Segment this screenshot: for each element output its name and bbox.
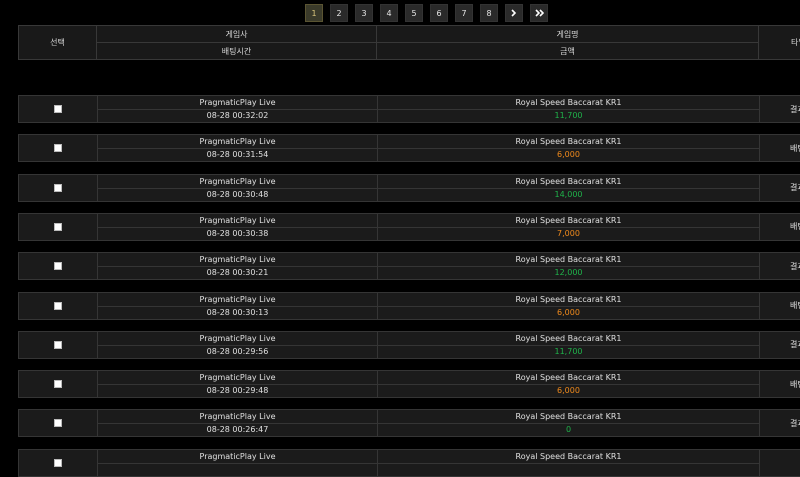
type-cell: 결과 — [790, 418, 800, 428]
provider-cell: PragmaticPlay Live — [199, 451, 276, 461]
game-name-cell: Royal Speed Baccarat KR1 — [515, 294, 622, 304]
type-cell: 배팅 — [790, 379, 800, 389]
amount-cell: 14,000 — [554, 189, 583, 199]
last-page-button[interactable] — [530, 4, 548, 22]
row-select-checkbox[interactable] — [54, 340, 62, 349]
page-button-1[interactable]: 1 — [305, 4, 323, 22]
row-select-checkbox[interactable] — [54, 222, 62, 231]
bet-time-cell: 08-28 00:29:48 — [206, 386, 269, 396]
table-header: 선택 게임사 배팅시간 게임명 금액 타입 — [18, 25, 800, 60]
row-select-checkbox[interactable] — [54, 262, 62, 271]
type-cell: 결과 — [790, 183, 800, 193]
game-name-cell: Royal Speed Baccarat KR1 — [515, 176, 622, 186]
header-amount: 금액 — [377, 43, 759, 59]
page-button-6[interactable]: 6 — [430, 4, 448, 22]
page-button-3[interactable]: 3 — [355, 4, 373, 22]
page-button-8[interactable]: 8 — [480, 4, 498, 22]
row-select-checkbox[interactable] — [54, 380, 62, 389]
type-cell: 결과 — [790, 104, 800, 114]
header-type: 타입 — [791, 38, 800, 47]
game-name-cell: Royal Speed Baccarat KR1 — [515, 215, 622, 225]
game-name-cell: Royal Speed Baccarat KR1 — [515, 373, 622, 383]
bet-time-cell: 08-28 00:31:54 — [206, 150, 269, 160]
page-button-7[interactable]: 7 — [455, 4, 473, 22]
amount-cell: 11,700 — [554, 346, 583, 356]
amount-cell: 11,700 — [554, 111, 583, 120]
page-button-2[interactable]: 2 — [330, 4, 348, 22]
provider-cell: PragmaticPlay Live — [199, 215, 276, 225]
amount-cell: 6,000 — [557, 386, 580, 396]
provider-cell: PragmaticPlay Live — [199, 98, 276, 107]
table-row: PragmaticPlay Live 08-28 00:32:02 Royal Sp… — [18, 95, 800, 123]
game-name-cell: Royal Speed Baccarat KR1 — [515, 255, 622, 265]
bet-time-cell — [98, 463, 377, 476]
bet-time-cell: 08-28 00:32:02 — [206, 111, 269, 120]
type-cell: 결과 — [790, 261, 800, 271]
provider-cell: PragmaticPlay Live — [199, 294, 276, 304]
chevron-right-icon — [511, 9, 517, 17]
pagination: 12345678 — [305, 4, 548, 22]
provider-cell: PragmaticPlay Live — [199, 137, 276, 147]
header-bet-time: 배팅시간 — [97, 43, 377, 59]
bet-time-cell: 08-28 00:29:56 — [206, 346, 269, 356]
bet-time-cell: 08-28 00:30:48 — [206, 189, 269, 199]
game-name-cell: Royal Speed Baccarat KR1 — [515, 333, 622, 343]
game-name-cell: Royal Speed Baccarat KR1 — [515, 412, 622, 422]
bet-time-cell: 08-28 00:30:13 — [206, 307, 269, 317]
row-select-checkbox[interactable] — [54, 105, 62, 113]
row-select-checkbox[interactable] — [54, 144, 62, 153]
provider-cell: PragmaticPlay Live — [199, 176, 276, 186]
amount-cell: 7,000 — [557, 228, 580, 238]
provider-cell: PragmaticPlay Live — [199, 373, 276, 383]
bet-time-cell: 08-28 00:30:38 — [206, 228, 269, 238]
row-select-checkbox[interactable] — [54, 419, 62, 428]
game-name-cell: Royal Speed Baccarat KR1 — [515, 98, 622, 107]
table-row: PragmaticPlay Live 08-28 00:31:54 Royal Sp… — [18, 134, 800, 163]
type-cell: 결과 — [790, 340, 800, 350]
table-row: PragmaticPlay Live Royal Speed Baccarat K… — [18, 448, 800, 477]
provider-cell: PragmaticPlay Live — [199, 255, 276, 265]
amount-cell: 12,000 — [554, 268, 583, 278]
table-row: PragmaticPlay Live 08-28 00:30:21 Royal Sp… — [18, 252, 800, 281]
provider-cell: PragmaticPlay Live — [199, 333, 276, 343]
page-button-4[interactable]: 4 — [380, 4, 398, 22]
type-cell: 배팅 — [790, 143, 800, 153]
bet-time-cell: 08-28 00:30:21 — [206, 268, 269, 278]
table-row: PragmaticPlay Live 08-28 00:30:48 Royal Sp… — [18, 173, 800, 202]
table-row: PragmaticPlay Live 08-28 00:26:47 Royal Sp… — [18, 409, 800, 438]
amount-cell: 6,000 — [557, 150, 580, 160]
table-row: PragmaticPlay Live 08-28 00:30:38 Royal Sp… — [18, 212, 800, 241]
game-name-cell: Royal Speed Baccarat KR1 — [515, 137, 622, 147]
table-row: PragmaticPlay Live 08-28 00:29:48 Royal Sp… — [18, 370, 800, 399]
table-row: PragmaticPlay Live 08-28 00:29:56 Royal Sp… — [18, 330, 800, 359]
provider-cell: PragmaticPlay Live — [199, 412, 276, 422]
type-cell — [760, 450, 800, 476]
amount-cell — [378, 463, 759, 476]
header-provider: 게임사 — [97, 26, 377, 43]
header-select: 선택 — [19, 26, 97, 59]
game-name-cell: Royal Speed Baccarat KR1 — [515, 451, 622, 461]
bet-history-table: 선택 게임사 배팅시간 게임명 금액 타입 PragmaticPlay Live… — [18, 25, 800, 477]
row-select-checkbox[interactable] — [54, 458, 62, 467]
header-game-name: 게임명 — [377, 26, 759, 43]
next-page-button[interactable] — [505, 4, 523, 22]
double-chevron-right-icon — [534, 9, 544, 17]
amount-cell: 6,000 — [557, 307, 580, 317]
row-select-checkbox[interactable] — [54, 183, 62, 192]
type-cell: 배팅 — [790, 301, 800, 310]
table-row: PragmaticPlay Live 08-28 00:30:13 Royal Sp… — [18, 291, 800, 320]
type-cell: 배팅 — [790, 222, 800, 232]
page-button-5[interactable]: 5 — [405, 4, 423, 22]
row-select-checkbox[interactable] — [54, 301, 62, 310]
